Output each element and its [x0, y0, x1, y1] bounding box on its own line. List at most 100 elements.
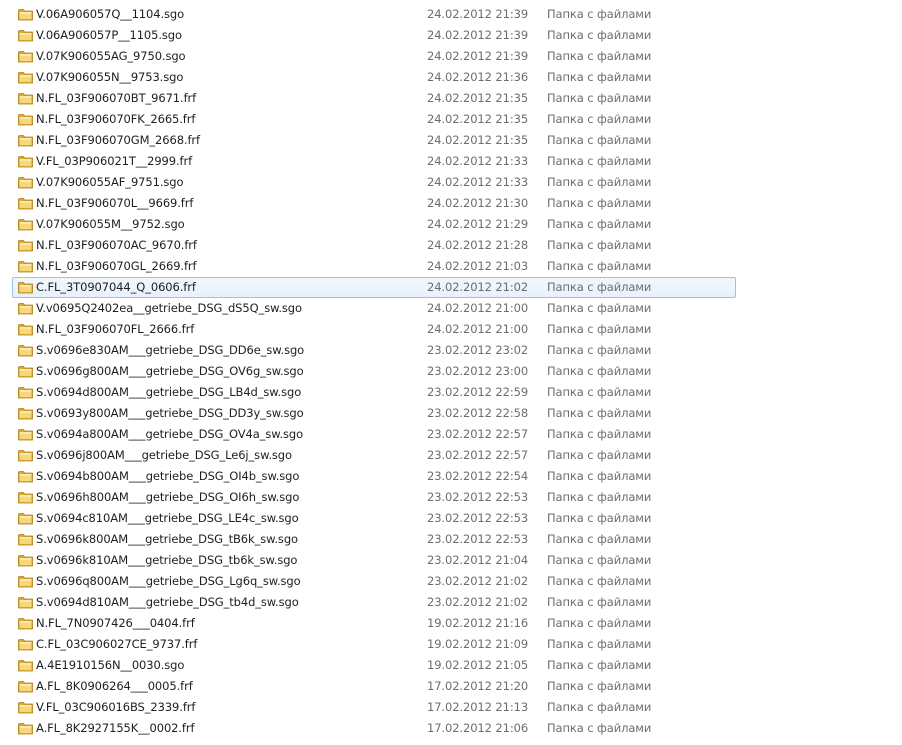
file-type: Папка с файлами [547, 280, 652, 294]
file-date-modified: 23.02.2012 22:54 [427, 469, 529, 483]
file-row[interactable]: S.v0693y800AM___getriebe_DSG_DD3y_sw.sgo… [12, 403, 736, 424]
file-row[interactable]: V.v0695Q2402ea__getriebe_DSG_dS5Q_sw.sgo… [12, 298, 736, 319]
file-row[interactable]: V.06A906057Q__1104.sgo 24.02.2012 21:39 Па… [12, 4, 736, 25]
file-date-modified: 24.02.2012 21:35 [427, 133, 529, 147]
file-date-modified: 23.02.2012 22:59 [427, 385, 529, 399]
file-row[interactable]: N.FL_03F906070FL_2666.frf 24.02.2012 21:0… [12, 319, 736, 340]
folder-icon [18, 30, 33, 42]
folder-icon [18, 240, 33, 252]
file-row[interactable]: V.06A906057P__1105.sgo 24.02.2012 21:39 Па… [12, 25, 736, 46]
file-date-modified: 19.02.2012 21:05 [427, 658, 529, 672]
file-name: S.v0694b800AM___getriebe_DSG_OI4b_sw.sgo [36, 469, 300, 483]
file-row[interactable]: A.4E1910156N__0030.sgo 19.02.2012 21:05 Па… [12, 655, 736, 676]
file-date-modified: 24.02.2012 21:33 [427, 154, 529, 168]
file-name: V.FL_03P906021T__2999.frf [36, 154, 193, 168]
file-row[interactable]: S.v0696e830AM___getriebe_DSG_DD6e_sw.sgo… [12, 340, 736, 361]
file-row[interactable]: A.FL_8K2927155K__0002.frf 17.02.2012 21:0… [12, 718, 736, 739]
file-name: S.v0696q800AM___getriebe_DSG_Lg6q_sw.sgo [36, 574, 301, 588]
file-type: Папка с файлами [547, 469, 652, 483]
file-date-modified: 23.02.2012 22:58 [427, 406, 529, 420]
folder-icon [18, 702, 33, 714]
file-date-modified: 24.02.2012 21:39 [427, 7, 529, 21]
file-date-modified: 24.02.2012 21:29 [427, 217, 529, 231]
folder-icon [18, 681, 33, 693]
file-date-modified: 24.02.2012 21:03 [427, 259, 529, 273]
file-type: Папка с файлами [547, 28, 652, 42]
file-row[interactable]: N.FL_7N0907426___0404.frf 19.02.2012 21:1… [12, 613, 736, 634]
folder-icon [18, 135, 33, 147]
folder-icon [18, 429, 33, 441]
folder-icon [18, 660, 33, 672]
file-row[interactable]: V.07K906055AG_9750.sgo 24.02.2012 21:39 Па… [12, 46, 736, 67]
folder-icon [18, 177, 33, 189]
file-name: S.v0696j800AM___getriebe_DSG_Le6j_sw.sgo [36, 448, 292, 462]
file-row[interactable]: S.v0694a800AM___getriebe_DSG_OV4a_sw.sgo… [12, 424, 736, 445]
file-type: Папка с файлами [547, 112, 652, 126]
folder-icon [18, 408, 33, 420]
file-type: Папка с файлами [547, 133, 652, 147]
file-date-modified: 19.02.2012 21:16 [427, 616, 529, 630]
folder-icon [18, 492, 33, 504]
file-type: Папка с файлами [547, 217, 652, 231]
file-date-modified: 24.02.2012 21:35 [427, 112, 529, 126]
file-row[interactable]: S.v0694b800AM___getriebe_DSG_OI4b_sw.sgo… [12, 466, 736, 487]
file-row[interactable]: V.FL_03P906021T__2999.frf 24.02.2012 21:3… [12, 151, 736, 172]
file-type: Папка с файлами [547, 154, 652, 168]
file-date-modified: 24.02.2012 21:30 [427, 196, 529, 210]
file-row[interactable]: A.FL_8K0906264___0005.frf 17.02.2012 21:2… [12, 676, 736, 697]
file-name: A.FL_8K2927155K__0002.frf [36, 721, 195, 735]
file-name: N.FL_03F906070BT_9671.frf [36, 91, 197, 105]
file-name: A.FL_8K0906264___0005.frf [36, 679, 193, 693]
file-name: N.FL_03F906070FL_2666.frf [36, 322, 195, 336]
file-row[interactable]: S.v0696q800AM___getriebe_DSG_Lg6q_sw.sgo… [12, 571, 736, 592]
file-row[interactable]: S.v0696h800AM___getriebe_DSG_OI6h_sw.sgo… [12, 487, 736, 508]
file-row[interactable]: S.v0694c810AM___getriebe_DSG_LE4c_sw.sgo… [12, 508, 736, 529]
folder-icon [18, 723, 33, 735]
file-row[interactable]: S.v0696k800AM___getriebe_DSG_tB6k_sw.sgo… [12, 529, 736, 550]
file-type: Папка с файлами [547, 406, 652, 420]
file-row[interactable]: S.v0694d810AM___getriebe_DSG_tb4d_sw.sgo… [12, 592, 736, 613]
folder-icon [18, 618, 33, 630]
folder-icon [18, 261, 33, 273]
file-date-modified: 23.02.2012 23:00 [427, 364, 529, 378]
file-date-modified: 24.02.2012 21:28 [427, 238, 529, 252]
file-row[interactable]: V.07K906055AF_9751.sgo 24.02.2012 21:33 Па… [12, 172, 736, 193]
file-row[interactable]: N.FL_03F906070GL_2669.frf 24.02.2012 21:0… [12, 256, 736, 277]
file-row[interactable]: S.v0694d800AM___getriebe_DSG_LB4d_sw.sgo… [12, 382, 736, 403]
file-row[interactable]: S.v0696k810AM___getriebe_DSG_tb6k_sw.sgo… [12, 550, 736, 571]
file-row[interactable]: S.v0696g800AM___getriebe_DSG_OV6g_sw.sgo… [12, 361, 736, 382]
folder-icon [18, 219, 33, 231]
file-date-modified: 23.02.2012 22:57 [427, 427, 529, 441]
file-type: Папка с файлами [547, 658, 652, 672]
file-name: C.FL_3T0907044_Q_0606.frf [36, 280, 196, 294]
file-row[interactable]: N.FL_03F906070AC_9670.frf 24.02.2012 21:2… [12, 235, 736, 256]
file-date-modified: 24.02.2012 21:39 [427, 49, 529, 63]
file-name: N.FL_03F906070GM_2668.frf [36, 133, 201, 147]
file-row[interactable]: V.FL_03C906016BS_2339.frf 17.02.2012 21:1… [12, 697, 736, 718]
file-row[interactable]: C.FL_3T0907044_Q_0606.frf 24.02.2012 21:0… [12, 277, 736, 298]
file-row[interactable]: S.v0696j800AM___getriebe_DSG_Le6j_sw.sgo… [12, 445, 736, 466]
file-type: Папка с файлами [547, 448, 652, 462]
folder-icon [18, 72, 33, 84]
file-name: A.4E1910156N__0030.sgo [36, 658, 185, 672]
folder-icon [18, 303, 33, 315]
file-date-modified: 23.02.2012 21:02 [427, 574, 529, 588]
file-date-modified: 24.02.2012 21:36 [427, 70, 529, 84]
file-type: Папка с файлами [547, 175, 652, 189]
file-row[interactable]: N.FL_03F906070L__9669.frf 24.02.2012 21:3… [12, 193, 736, 214]
file-name: N.FL_7N0907426___0404.frf [36, 616, 195, 630]
file-row[interactable]: N.FL_03F906070GM_2668.frf 24.02.2012 21:3… [12, 130, 736, 151]
file-row[interactable]: C.FL_03C906027CE_9737.frf 19.02.2012 21:0… [12, 634, 736, 655]
file-row[interactable]: V.07K906055M__9752.sgo 24.02.2012 21:29 Па… [12, 214, 736, 235]
file-name: S.v0694d800AM___getriebe_DSG_LB4d_sw.sgo [36, 385, 302, 399]
file-row[interactable]: N.FL_03F906070FK_2665.frf 24.02.2012 21:3… [12, 109, 736, 130]
file-row[interactable]: V.07K906055N__9753.sgo 24.02.2012 21:36 Па… [12, 67, 736, 88]
file-type: Папка с файлами [547, 679, 652, 693]
file-date-modified: 17.02.2012 21:06 [427, 721, 529, 735]
folder-icon [18, 156, 33, 168]
folder-icon [18, 597, 33, 609]
file-row[interactable]: N.FL_03F906070BT_9671.frf 24.02.2012 21:3… [12, 88, 736, 109]
file-name: N.FL_03F906070GL_2669.frf [36, 259, 197, 273]
file-date-modified: 24.02.2012 21:00 [427, 301, 529, 315]
file-type: Папка с файлами [547, 301, 652, 315]
